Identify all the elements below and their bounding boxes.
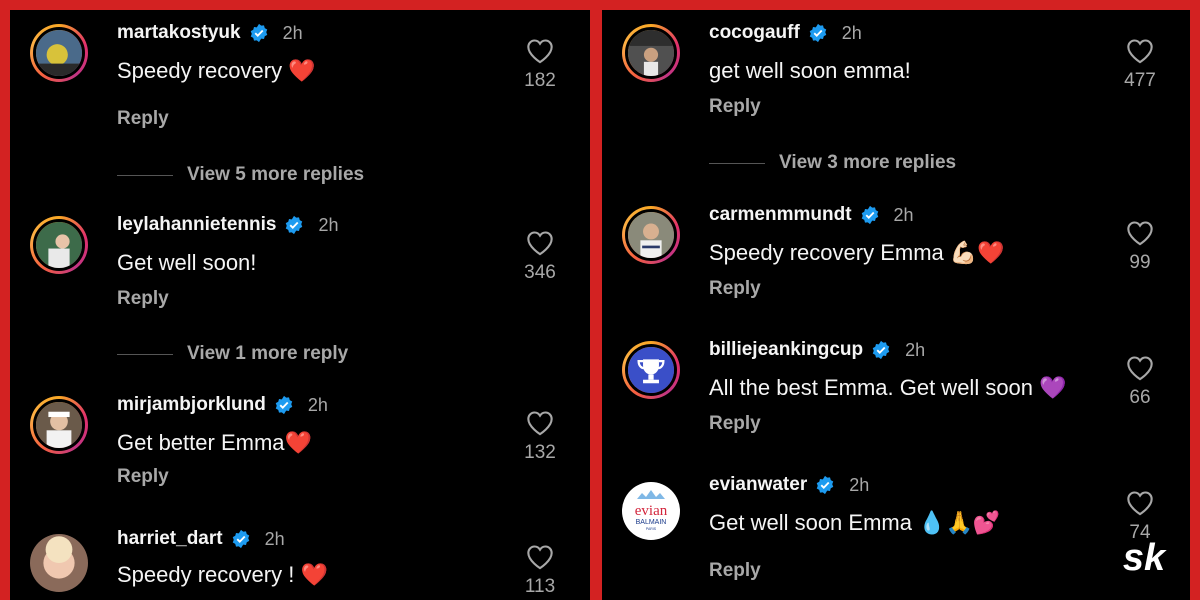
avatar[interactable] — [30, 216, 88, 274]
verified-badge-icon — [809, 23, 827, 43]
reply-button[interactable]: Reply — [709, 413, 761, 435]
view-more-replies[interactable]: View 5 more replies — [117, 164, 364, 186]
heart-icon — [527, 411, 553, 436]
comment-text: Speedy recovery ❤️ — [117, 58, 316, 84]
svg-text:BALMAIN: BALMAIN — [636, 519, 667, 526]
comment-time: 2h — [318, 214, 339, 235]
heart-icon — [1127, 221, 1153, 246]
like-button[interactable]: 74 — [1100, 490, 1180, 544]
like-button[interactable]: 132 — [500, 410, 580, 464]
verified-badge-icon — [816, 475, 834, 495]
comment-text: Get well soon! — [117, 250, 257, 275]
username[interactable]: martakostyuk — [117, 22, 241, 44]
svg-text:PARIS: PARIS — [646, 527, 657, 531]
comment-text: get well soon emma! — [709, 58, 911, 83]
view-more-replies[interactable]: View 1 more reply — [117, 343, 348, 365]
username[interactable]: cocogauff — [709, 22, 800, 44]
heart-icon — [1127, 491, 1153, 516]
like-button[interactable]: 99 — [1100, 220, 1180, 274]
avatar[interactable] — [30, 24, 88, 82]
heart-icon — [527, 39, 553, 64]
like-button[interactable]: 182 — [500, 38, 580, 92]
verified-badge-icon — [232, 529, 249, 549]
username[interactable]: leylahannietennis — [117, 214, 276, 236]
avatar[interactable] — [622, 24, 680, 82]
like-count: 182 — [524, 70, 556, 91]
svg-text:evian: evian — [635, 503, 668, 519]
comment-text: Get better Emma❤️ — [117, 430, 312, 456]
verified-badge-icon — [250, 23, 267, 43]
avatar[interactable] — [30, 534, 88, 592]
comment-text: All the best Emma. Get well soon 💜 — [709, 375, 1067, 401]
svg-text:sk: sk — [1123, 538, 1167, 578]
like-count: 477 — [1124, 70, 1156, 91]
like-count: 99 — [1129, 252, 1151, 273]
right-comment-panel: cocogauff 2h get well soon emma! Reply 4… — [602, 10, 1190, 600]
comment-time: 2h — [905, 339, 926, 360]
comment-time: 2h — [841, 22, 862, 43]
comment-time: 2h — [893, 204, 914, 225]
reply-button[interactable]: Reply — [117, 108, 169, 130]
avatar[interactable]: evian BALMAIN PARIS — [622, 482, 680, 540]
verified-badge-icon — [275, 395, 293, 415]
like-count: 113 — [524, 576, 556, 597]
heart-icon — [527, 545, 553, 570]
comment-text: Speedy recovery Emma 💪🏻❤️ — [709, 240, 1005, 266]
avatar[interactable] — [30, 396, 88, 454]
verified-badge-icon — [286, 215, 303, 235]
like-count: 132 — [524, 442, 556, 463]
reply-button[interactable]: Reply — [709, 560, 761, 582]
trophy-icon — [628, 347, 674, 393]
heart-icon — [527, 231, 553, 256]
verified-badge-icon — [861, 205, 878, 225]
view-more-replies[interactable]: View 3 more replies — [709, 152, 956, 174]
evian-logo: evian BALMAIN PARIS — [635, 490, 668, 531]
avatar[interactable] — [622, 341, 680, 399]
like-button[interactable]: 346 — [500, 230, 580, 284]
username[interactable]: mirjambjorklund — [117, 394, 266, 416]
username[interactable]: harriet_dart — [117, 528, 223, 550]
like-count: 66 — [1129, 387, 1151, 408]
comment-time: 2h — [307, 394, 328, 415]
comment-time: 2h — [282, 22, 303, 43]
reply-button[interactable]: Reply — [117, 466, 169, 488]
comment-text: Get well soon Emma 💧🙏💕 — [709, 510, 1001, 536]
like-button[interactable]: 477 — [1100, 38, 1180, 92]
sk-watermark-logo: sk — [1123, 538, 1167, 578]
heart-icon — [1127, 39, 1153, 64]
like-button[interactable]: 113 — [500, 544, 580, 598]
username[interactable]: carmenmmundt — [709, 204, 852, 226]
reply-button[interactable]: Reply — [117, 288, 169, 310]
like-count: 346 — [524, 262, 556, 283]
left-comment-panel: martakostyuk 2h Speedy recovery ❤️ Reply… — [10, 10, 590, 600]
reply-button[interactable]: Reply — [709, 96, 761, 118]
verified-badge-icon — [872, 340, 890, 360]
heart-icon — [1127, 356, 1153, 381]
comment-time: 2h — [264, 528, 285, 549]
reply-button[interactable]: Reply — [709, 278, 761, 300]
username[interactable]: billiejeankingcup — [709, 339, 863, 361]
like-button[interactable]: 66 — [1100, 355, 1180, 409]
comment-time: 2h — [849, 474, 870, 495]
username[interactable]: evianwater — [709, 474, 807, 496]
avatar[interactable] — [622, 206, 680, 264]
comment-text: Speedy recovery ! ❤️ — [117, 562, 328, 588]
